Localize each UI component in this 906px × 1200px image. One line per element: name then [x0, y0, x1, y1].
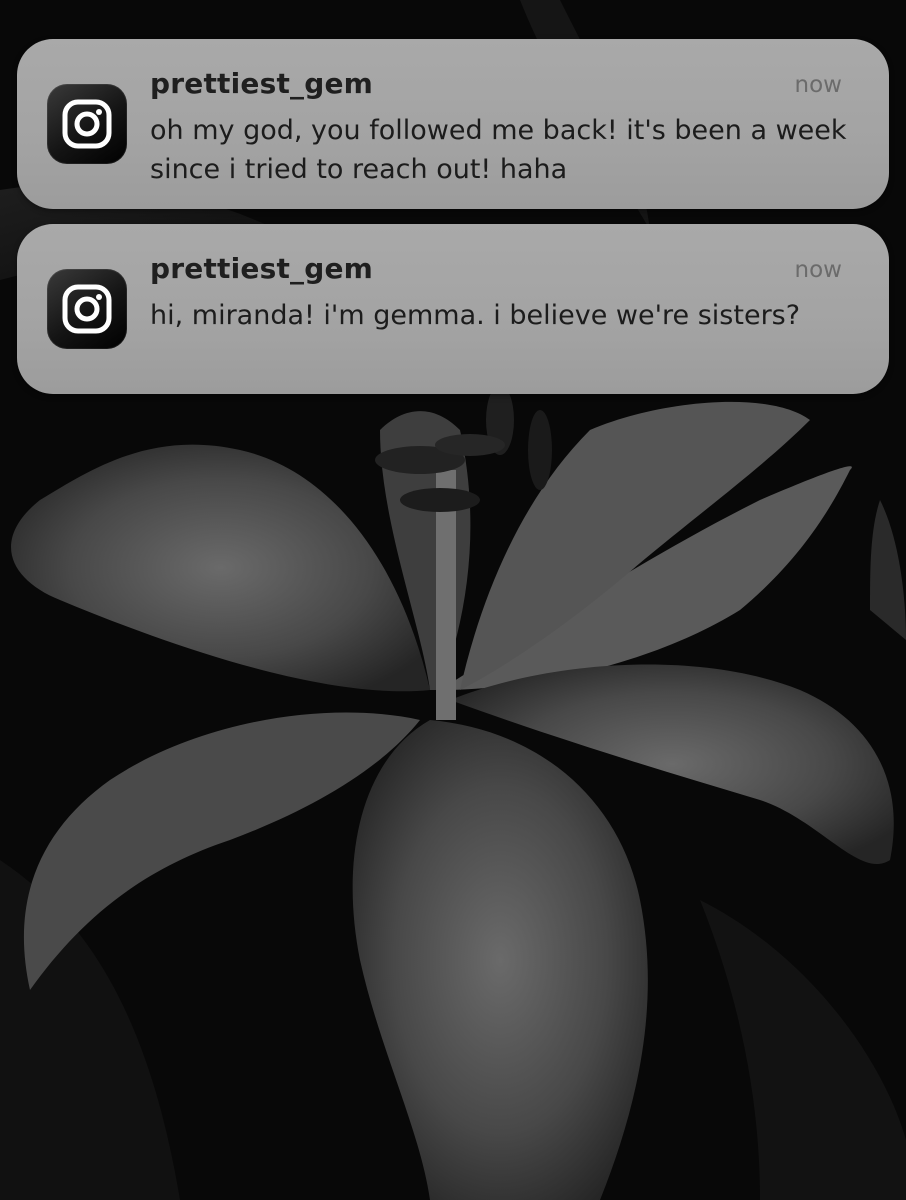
- instagram-icon: [47, 84, 127, 164]
- notification-card[interactable]: prettiest_gem now oh my god, you followe…: [17, 39, 889, 209]
- notification-time: now: [794, 72, 842, 98]
- instagram-icon: [47, 269, 127, 349]
- lock-screen: prettiest_gem now oh my god, you followe…: [0, 0, 906, 1200]
- notification-sender: prettiest_gem: [150, 252, 374, 285]
- notification-time: now: [794, 257, 842, 283]
- notification-message: oh my god, you followed me back! it's be…: [150, 115, 847, 185]
- notification-card[interactable]: prettiest_gem now hi, miranda! i'm gemma…: [17, 224, 889, 394]
- notification-message: hi, miranda! i'm gemma. i believe we're …: [150, 300, 801, 331]
- notification-sender: prettiest_gem: [150, 67, 374, 100]
